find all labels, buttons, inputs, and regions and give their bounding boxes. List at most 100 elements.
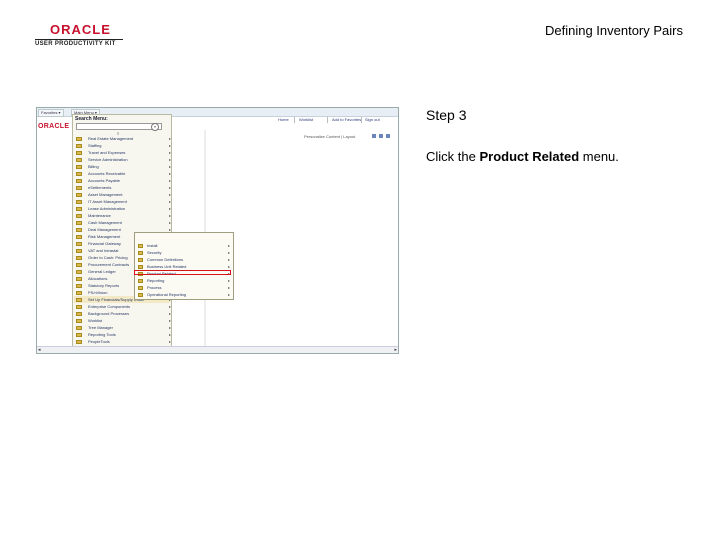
refresh-icon[interactable] (372, 134, 376, 138)
flyout-item-label: Operational Reporting (147, 292, 187, 297)
folder-icon (76, 158, 82, 162)
flyout-item[interactable]: Security ▸ (137, 249, 231, 256)
nav-sign-out[interactable]: Sign out (365, 117, 380, 122)
step-number: Step 3 (426, 107, 467, 123)
menu-item-label: Asset Management (88, 192, 123, 197)
chevron-right-icon: ▸ (227, 292, 230, 297)
chevron-right-icon: ▸ (169, 192, 172, 197)
chevron-right-icon: ▸ (227, 264, 230, 269)
menu-item[interactable]: Lease Administration ▸ (74, 205, 171, 212)
menu-item[interactable]: Background Processes ▸ (74, 310, 171, 317)
product-related-highlight-box (134, 270, 231, 275)
chevron-right-icon: ▸ (169, 171, 172, 176)
folder-icon (76, 228, 82, 232)
chevron-right-icon: ▸ (169, 178, 172, 183)
folder-icon (76, 340, 82, 344)
chevron-right-icon: ▸ (169, 185, 172, 190)
folder-icon (76, 298, 82, 302)
folder-icon (76, 270, 82, 274)
flyout-item[interactable]: Business Unit Related ▸ (137, 263, 231, 270)
menu-item[interactable]: Staffing ▸ (74, 142, 172, 149)
menu-item[interactable]: PeopleTools ▸ (74, 338, 172, 345)
menu-item[interactable]: Enterprise Components ▸ (74, 303, 171, 310)
menu-item[interactable]: Service Administration ▸ (74, 156, 172, 163)
instruction-suffix: menu. (579, 149, 619, 164)
personalize-link[interactable]: Personalize Content | Layout (304, 134, 355, 139)
menu-item-label: Staffing (88, 143, 102, 148)
chevron-right-icon: ▸ (169, 157, 172, 162)
folder-icon (76, 284, 82, 288)
nav-divider (294, 117, 295, 123)
menu-item-label: VAT and Intrastat (88, 248, 119, 253)
oracle-upk-logo: ORACLE USER PRODUCTIVITY KIT (35, 23, 125, 48)
menu-item[interactable]: Cash Management ▸ (74, 219, 171, 226)
chevron-right-icon: ▸ (169, 339, 172, 344)
menu-item[interactable]: eSettlements ▸ (74, 184, 172, 191)
chevron-right-icon: ▸ (169, 143, 172, 148)
flyout-item[interactable]: Operational Reporting ▸ (137, 291, 231, 298)
folder-icon (138, 265, 143, 269)
chevron-right-icon: ▸ (227, 257, 230, 262)
help-icon[interactable] (379, 134, 383, 138)
chevron-right-icon: ▸ (227, 243, 230, 248)
menu-search-input[interactable] (76, 123, 162, 130)
folder-icon (76, 144, 82, 148)
menu-item[interactable]: Maintenance ▸ (74, 212, 172, 219)
folder-icon (76, 165, 82, 169)
flyout-item[interactable]: Install ▸ (137, 242, 231, 249)
menu-item-label: PeopleTools (88, 339, 110, 344)
menu-item-label: Travel and Expenses (88, 150, 126, 155)
flyout-item[interactable]: Reporting ▸ (137, 277, 231, 284)
menu-item[interactable]: Accounts Payable ▸ (74, 177, 172, 184)
menu-item[interactable]: IT Asset Management ▸ (74, 198, 171, 205)
menu-item[interactable]: Asset Management ▸ (74, 191, 172, 198)
tab-favorites[interactable]: Favorites ▾ (38, 109, 64, 117)
chevron-right-icon: ▸ (169, 213, 172, 218)
menu-item-label: Enterprise Components (88, 304, 131, 309)
menu-item-label: Service Administration (88, 157, 128, 162)
flyout-item[interactable]: Common Definitions ▸ (137, 256, 231, 263)
menu-item-label: Worklist (88, 318, 103, 323)
menu-item[interactable]: Real Estate Management ▸ (74, 135, 172, 142)
scroll-right-icon[interactable]: ▸ (394, 347, 397, 353)
logo-product: USER PRODUCTIVITY KIT (35, 39, 123, 47)
folder-icon (76, 186, 82, 190)
menu-item-label: Lease Administration (88, 206, 126, 211)
folder-icon (76, 333, 82, 337)
menu-item[interactable]: Worklist ▸ (74, 317, 171, 324)
folder-icon (138, 293, 143, 297)
folder-icon (138, 251, 143, 255)
menu-item-label: Financial Gateway (88, 241, 121, 246)
menu-item-label: Cash Management (88, 220, 122, 225)
flyout-item-label: Security (147, 250, 162, 255)
horizontal-scrollbar[interactable]: ◂ ▸ (37, 346, 398, 353)
menu-item-label: Allocations (88, 276, 108, 281)
menu-item[interactable]: Accounts Receivable ▸ (74, 170, 172, 177)
flyout-item-label: Process (147, 285, 162, 290)
scroll-left-icon[interactable]: ◂ (38, 347, 41, 353)
menu-item-label: Maintenance (88, 213, 111, 218)
flyout-item-label: Business Unit Related (147, 264, 187, 269)
chevron-right-icon: ▸ (169, 332, 172, 337)
menu-search-button[interactable]: » (151, 123, 159, 131)
menu-item-label: Deal Management (88, 227, 121, 232)
flyout-item[interactable]: Process ▸ (137, 284, 231, 291)
nav-worklist[interactable]: Worklist (299, 117, 313, 122)
chevron-right-icon: ▸ (169, 136, 172, 141)
nav-divider (361, 117, 362, 123)
menu-item[interactable]: Tree Manager ▸ (74, 324, 171, 331)
nav-home[interactable]: Home (278, 117, 289, 122)
menu-item-label: Accounts Receivable (88, 171, 126, 176)
menu-item[interactable]: Billing ▸ (74, 163, 171, 170)
settings-icon[interactable] (386, 134, 390, 138)
menu-item[interactable]: Travel and Expenses ▸ (74, 149, 171, 156)
submenu-flyout: Install ▸ Security ▸ Common Definitions ▸ Busi… (134, 232, 234, 300)
menu-item[interactable]: Reporting Tools ▸ (74, 331, 172, 338)
folder-icon (76, 200, 82, 204)
folder-icon (76, 151, 82, 155)
chevron-right-icon: ▸ (227, 250, 230, 255)
folder-icon (76, 137, 82, 141)
folder-icon (76, 263, 82, 267)
nav-add-to-favorites[interactable]: Add to Favorites (332, 117, 361, 122)
menu-item-label: Order to Cash: Pricing (88, 255, 128, 260)
